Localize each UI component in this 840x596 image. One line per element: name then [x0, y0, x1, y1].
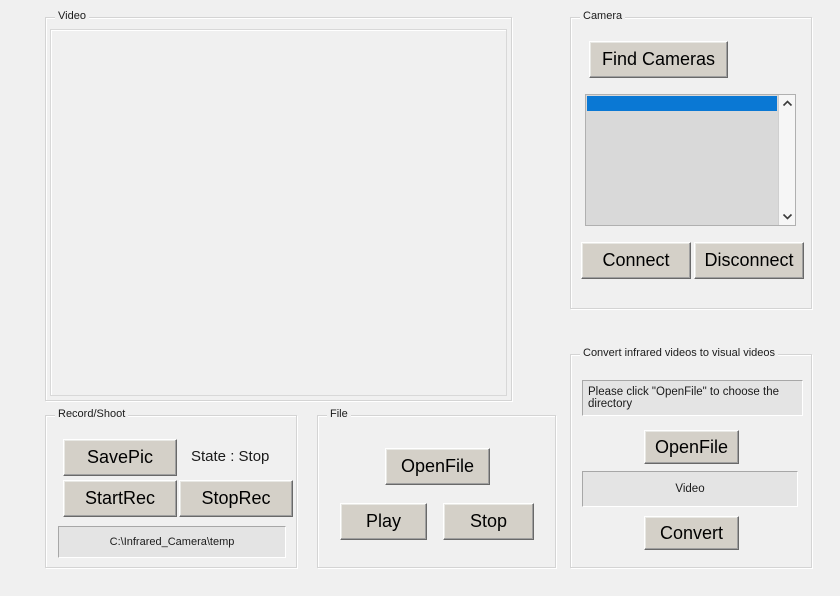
camera-listbox[interactable] — [585, 94, 796, 226]
file-stop-button[interactable]: Stop — [443, 503, 534, 540]
chevron-down-icon[interactable] — [779, 208, 795, 225]
video-group-title: Video — [55, 10, 89, 22]
convert-video-field[interactable]: Video — [582, 471, 798, 507]
scrollbar-track[interactable] — [779, 112, 795, 208]
file-group-title: File — [327, 408, 351, 420]
convert-directory-hint-field[interactable]: Please click "OpenFile" to choose the di… — [582, 380, 803, 416]
save-path-field[interactable]: C:\Infrared_Camera\temp — [58, 526, 286, 558]
file-open-file-button[interactable]: OpenFile — [385, 448, 490, 485]
video-group: Video — [45, 17, 512, 401]
chevron-up-icon[interactable] — [779, 95, 795, 112]
camera-listbox-scrollbar[interactable] — [778, 95, 795, 225]
connect-button[interactable]: Connect — [581, 242, 691, 279]
camera-listbox-items[interactable] — [586, 95, 778, 225]
list-item[interactable] — [587, 96, 777, 111]
convert-group-title: Convert infrared videos to visual videos — [580, 347, 778, 359]
record-shoot-group-title: Record/Shoot — [55, 408, 128, 420]
record-state-label: State : Stop — [191, 448, 269, 465]
start-rec-button[interactable]: StartRec — [63, 480, 177, 517]
save-pic-button[interactable]: SavePic — [63, 439, 177, 476]
convert-open-file-button[interactable]: OpenFile — [644, 430, 739, 464]
find-cameras-button[interactable]: Find Cameras — [589, 41, 728, 78]
convert-group: Convert infrared videos to visual videos… — [570, 354, 812, 568]
disconnect-button[interactable]: Disconnect — [694, 242, 804, 279]
video-display-surface[interactable] — [50, 29, 507, 396]
convert-button[interactable]: Convert — [644, 516, 739, 550]
stop-rec-button[interactable]: StopRec — [179, 480, 293, 517]
file-play-button[interactable]: Play — [340, 503, 427, 540]
camera-group-title: Camera — [580, 10, 625, 22]
camera-group: Camera Find Cameras Connect Disconnect — [570, 17, 812, 309]
record-shoot-group: Record/Shoot SavePic State : Stop StartR… — [45, 415, 297, 568]
file-group: File OpenFile Play Stop — [317, 415, 556, 568]
